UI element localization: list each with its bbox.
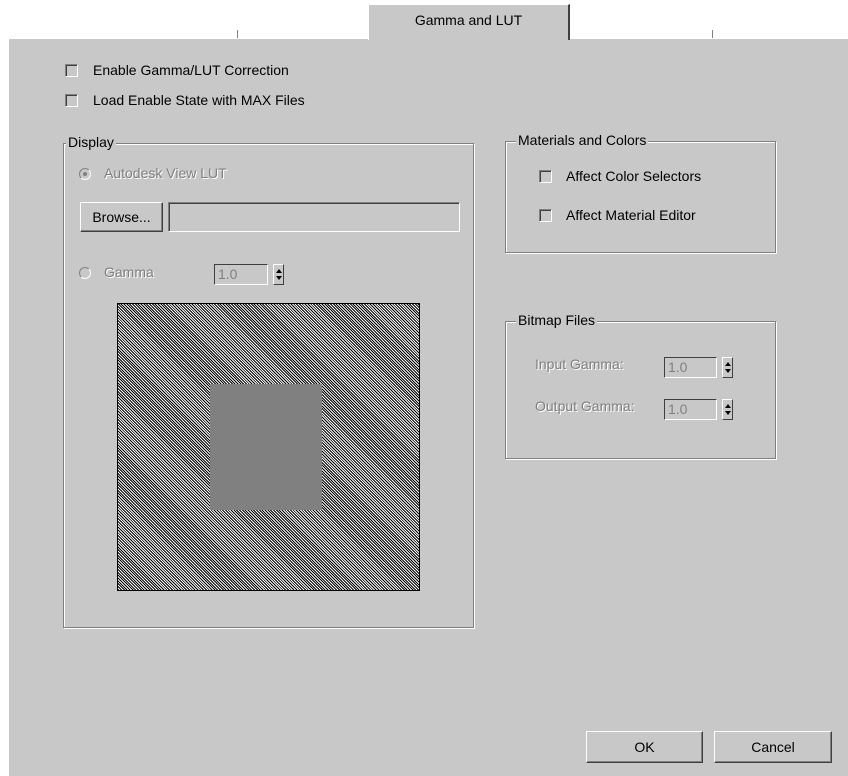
ok-button[interactable]: OK <box>586 731 703 763</box>
bitmap-files-group <box>505 321 776 459</box>
enable-correction-label: Enable Gamma/LUT Correction <box>93 62 289 78</box>
gamma-preview-swatch <box>210 384 322 510</box>
spinner-up-icon[interactable] <box>725 362 731 366</box>
tab-label: Gamma and LUT <box>414 12 523 28</box>
enable-correction-checkbox[interactable] <box>65 64 78 77</box>
autodesk-view-lut-label: Autodesk View LUT <box>104 165 227 181</box>
input-gamma-label: Input Gamma: <box>535 356 624 372</box>
spinner-down-icon[interactable] <box>725 411 731 415</box>
input-gamma-input[interactable]: 1.0 <box>664 357 717 378</box>
input-gamma-spinner[interactable] <box>722 357 733 378</box>
spinner-down-icon[interactable] <box>276 276 282 280</box>
load-enable-state-checkbox[interactable] <box>65 94 78 107</box>
cancel-button[interactable]: Cancel <box>714 731 832 763</box>
gamma-spinner[interactable] <box>273 264 284 285</box>
output-gamma-input[interactable]: 1.0 <box>664 399 717 420</box>
output-gamma-spinner[interactable] <box>722 399 733 420</box>
materials-and-colors-group <box>505 141 776 253</box>
gamma-radio[interactable] <box>79 267 91 279</box>
affect-color-selectors-label: Affect Color Selectors <box>566 168 702 184</box>
tab-gamma-and-lut[interactable]: Gamma and LUT <box>368 4 570 40</box>
tab-divider <box>237 30 238 38</box>
load-enable-state-label: Load Enable State with MAX Files <box>93 92 305 108</box>
affect-color-selectors-checkbox[interactable] <box>539 170 552 183</box>
affect-material-editor-label: Affect Material Editor <box>566 207 696 223</box>
spinner-up-icon[interactable] <box>276 269 282 273</box>
spinner-down-icon[interactable] <box>725 369 731 373</box>
spinner-up-icon[interactable] <box>725 404 731 408</box>
tab-divider <box>712 30 713 38</box>
affect-material-editor-checkbox[interactable] <box>539 209 552 222</box>
lut-path-field[interactable] <box>168 202 460 232</box>
gamma-value-input[interactable]: 1.0 <box>214 264 268 285</box>
display-group-title: Display <box>66 134 116 150</box>
materials-and-colors-title: Materials and Colors <box>516 132 649 148</box>
browse-button[interactable]: Browse... <box>80 202 163 232</box>
gamma-radio-label: Gamma <box>104 264 154 280</box>
output-gamma-label: Output Gamma: <box>535 398 635 414</box>
bitmap-files-title: Bitmap Files <box>516 312 598 328</box>
gamma-preview <box>117 303 420 591</box>
autodesk-view-lut-radio[interactable] <box>79 168 91 180</box>
